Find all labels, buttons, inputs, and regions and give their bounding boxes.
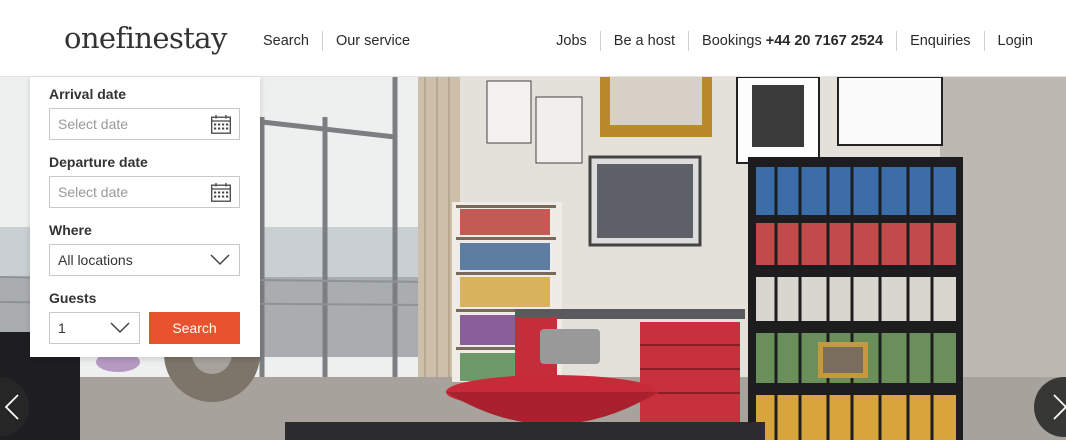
secondary-nav: Jobs Be a host Bookings +44 20 7167 2524… [556, 31, 1033, 51]
departure-date-label: Departure date [49, 154, 148, 170]
nav-divider [983, 31, 985, 51]
departure-date-input[interactable]: Select date [49, 176, 240, 208]
bookings-label: Bookings [702, 33, 762, 49]
chevron-down-icon [110, 322, 130, 334]
arrival-date-label: Arrival date [49, 86, 127, 102]
chevron-left-icon [5, 394, 19, 420]
booking-search-panel: Arrival date Select date Departure date … [30, 77, 260, 357]
nav-login-link[interactable]: Login [998, 32, 1033, 50]
nav-jobs-link[interactable]: Jobs [556, 32, 587, 50]
where-select-value: All locations [58, 252, 133, 268]
chevron-down-icon [210, 254, 230, 266]
where-label: Where [49, 222, 92, 238]
brand-logo[interactable]: onefinestay [64, 20, 227, 56]
arrival-date-input[interactable]: Select date [49, 108, 240, 140]
nav-be-a-host-link[interactable]: Be a host [614, 32, 675, 50]
search-button[interactable]: Search [149, 312, 240, 344]
arrival-date-placeholder: Select date [58, 116, 129, 132]
where-select[interactable]: All locations [49, 244, 240, 276]
nav-divider [688, 31, 690, 51]
nav-divider [321, 31, 323, 51]
calendar-icon [211, 115, 231, 134]
departure-date-placeholder: Select date [58, 184, 129, 200]
guests-label: Guests [49, 290, 97, 306]
nav-enquiries-link[interactable]: Enquiries [910, 32, 970, 50]
nav-bookings[interactable]: Bookings +44 20 7167 2524 [702, 32, 883, 50]
guests-select[interactable]: 1 [49, 312, 140, 344]
bookings-phone: +44 20 7167 2524 [765, 33, 884, 49]
nav-divider [896, 31, 898, 51]
guests-select-value: 1 [58, 320, 66, 336]
nav-our-service-link[interactable]: Our service [336, 32, 410, 50]
chevron-right-icon [1053, 394, 1066, 420]
primary-nav: Search Our service [263, 31, 410, 51]
nav-search-link[interactable]: Search [263, 32, 309, 50]
calendar-icon [211, 183, 231, 202]
nav-divider [599, 31, 601, 51]
guests-row: 1 Search [49, 312, 241, 358]
site-header: onefinestay Search Our service Jobs Be a… [0, 0, 1066, 77]
